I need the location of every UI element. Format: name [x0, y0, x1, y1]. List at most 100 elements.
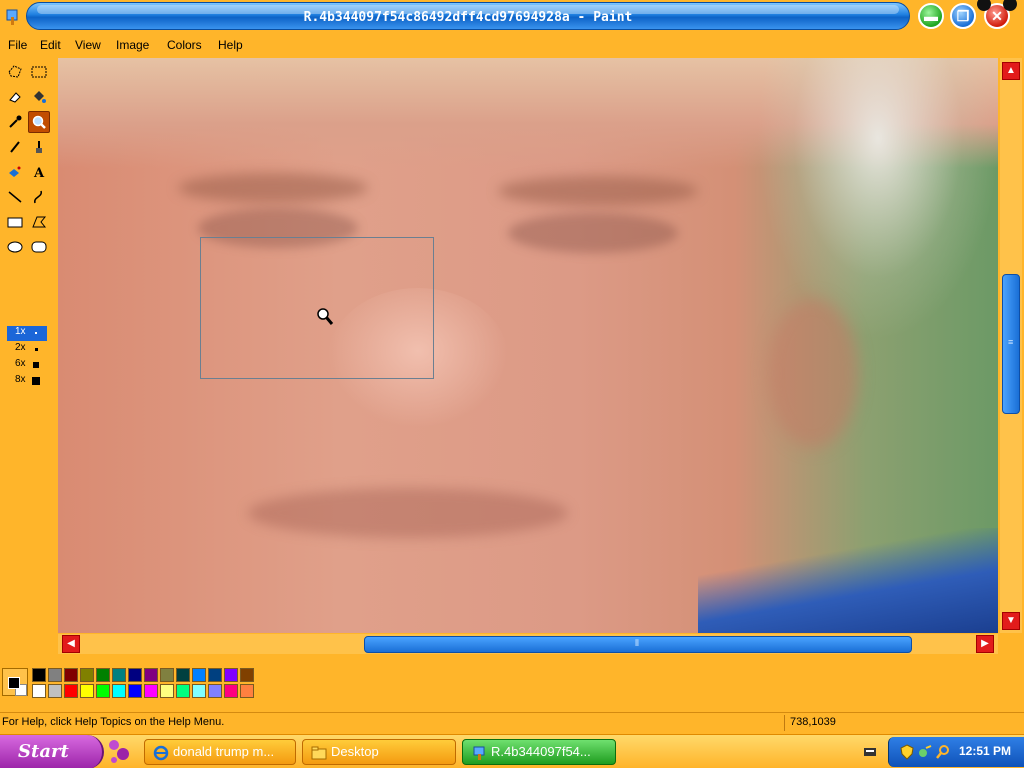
palette-swatch[interactable] — [240, 684, 254, 698]
palette-swatch[interactable] — [160, 668, 174, 682]
palette-swatch[interactable] — [64, 668, 78, 682]
palette-swatch[interactable] — [96, 684, 110, 698]
horizontal-scroll-thumb[interactable]: ⦀ — [364, 636, 912, 653]
taskbar-item-desktop[interactable]: Desktop — [302, 739, 456, 765]
palette-swatch[interactable] — [48, 684, 62, 698]
menu-view[interactable]: View — [75, 38, 101, 52]
text-tool[interactable]: A — [28, 161, 50, 183]
search-icon[interactable] — [935, 744, 951, 760]
paint-app-icon[interactable] — [4, 8, 20, 26]
ie-icon — [153, 745, 169, 761]
close-button[interactable]: ✕ — [977, 0, 1017, 29]
scroll-up-button[interactable]: ▲ — [1002, 62, 1020, 80]
polygon-tool[interactable] — [28, 211, 50, 233]
title-bar[interactable]: R.4b344097f54c86492dff4cd97694928a - Pai… — [0, 0, 1024, 35]
start-button[interactable]: Start — [0, 735, 104, 768]
menu-edit[interactable]: Edit — [40, 38, 61, 52]
palette-swatch[interactable] — [32, 684, 46, 698]
palette-swatch[interactable] — [48, 668, 62, 682]
palette-swatch[interactable] — [224, 668, 238, 682]
rounded-rectangle-icon — [31, 241, 47, 253]
pencil-tool[interactable] — [4, 136, 26, 158]
palette-swatch[interactable] — [32, 668, 46, 682]
palette-swatch[interactable] — [176, 684, 190, 698]
photo-ear — [768, 298, 858, 448]
palette-swatch[interactable] — [64, 684, 78, 698]
zoom-option-1x[interactable]: 1x — [7, 326, 47, 341]
palette-swatch[interactable] — [128, 684, 142, 698]
foreground-color-swatch[interactable] — [8, 677, 20, 689]
cursor-coordinates: 738,1039 — [790, 716, 836, 728]
maximize-button[interactable]: ❐ — [950, 3, 976, 29]
menu-help[interactable]: Help — [218, 38, 243, 52]
brush-icon — [36, 141, 42, 153]
curve-tool[interactable] — [28, 186, 50, 208]
network-icon[interactable] — [917, 744, 933, 760]
zoom-option-label: 8x — [15, 374, 26, 385]
menu-image[interactable]: Image — [116, 38, 149, 52]
menu-file[interactable]: File — [8, 38, 27, 52]
palette-swatch[interactable] — [208, 684, 222, 698]
menu-bar: File Edit View Image Colors Help — [0, 35, 1024, 55]
palette-swatch[interactable] — [224, 684, 238, 698]
palette-swatch[interactable] — [128, 668, 142, 682]
taskbar-item-browser[interactable]: donald trump m... — [144, 739, 296, 765]
zoom-option-label: 2x — [15, 342, 26, 353]
fill-tool[interactable] — [28, 86, 50, 108]
palette-swatch[interactable] — [80, 684, 94, 698]
palette-swatch[interactable] — [192, 668, 206, 682]
restore-icon: ❐ — [956, 8, 970, 24]
rect-select-tool[interactable] — [28, 61, 50, 83]
palette-swatch[interactable] — [80, 668, 94, 682]
taskbar-item-label: donald trump m... — [173, 744, 275, 759]
free-select-icon — [8, 65, 22, 78]
zoom-size-indicator — [35, 348, 38, 351]
menu-colors[interactable]: Colors — [167, 38, 202, 52]
palette-swatch[interactable] — [144, 684, 158, 698]
current-colors-box[interactable] — [2, 668, 28, 696]
eraser-tool[interactable] — [4, 86, 26, 108]
security-shield-icon[interactable] — [899, 744, 915, 760]
clock[interactable]: 12:51 PM — [959, 744, 1011, 758]
color-picker-tool[interactable] — [4, 111, 26, 133]
status-divider — [784, 715, 785, 731]
zoom-option-6x[interactable]: 6x — [7, 358, 47, 373]
rectangle-tool[interactable] — [4, 211, 26, 233]
palette-swatch[interactable] — [112, 684, 126, 698]
palette-swatch[interactable] — [192, 684, 206, 698]
scroll-down-button[interactable]: ▼ — [1002, 612, 1020, 630]
window-title: R.4b344097f54c86492dff4cd97694928a - Pai… — [303, 10, 633, 25]
zoom-option-8x[interactable]: 8x — [7, 374, 47, 389]
magnifier-tool[interactable] — [28, 111, 50, 133]
palette-swatch[interactable] — [208, 668, 222, 682]
color-palette — [0, 664, 260, 700]
palette-swatch[interactable] — [160, 684, 174, 698]
ellipse-tool[interactable] — [4, 236, 26, 258]
photo-shirt — [698, 528, 998, 633]
scroll-right-button[interactable]: ▶ — [976, 635, 994, 653]
palette-swatch[interactable] — [176, 668, 190, 682]
drawing-canvas[interactable] — [58, 58, 998, 633]
rounded-rect-tool[interactable] — [28, 236, 50, 258]
palette-swatch[interactable] — [96, 668, 110, 682]
taskbar-item-paint[interactable]: R.4b344097f54... — [462, 739, 616, 765]
rectangle-icon — [7, 217, 23, 228]
brush-tool[interactable] — [28, 136, 50, 158]
curve-icon — [34, 190, 42, 204]
scroll-left-button[interactable]: ◀ — [62, 635, 80, 653]
minimize-button[interactable]: ▬ — [918, 3, 944, 29]
palette-swatch[interactable] — [112, 668, 126, 682]
zoom-option-2x[interactable]: 2x — [7, 342, 47, 357]
vertical-scroll-thumb[interactable]: ≡ — [1002, 274, 1020, 414]
rect-select-icon — [31, 66, 47, 78]
keyboard-layout-icon[interactable] — [862, 744, 878, 760]
airbrush-tool[interactable] — [4, 161, 26, 183]
photo-mouth — [248, 488, 568, 538]
photo-right-eye — [508, 213, 678, 253]
line-tool[interactable] — [4, 186, 26, 208]
palette-swatch[interactable] — [240, 668, 254, 682]
palette-swatch[interactable] — [144, 668, 158, 682]
free-form-select-tool[interactable] — [4, 61, 26, 83]
paint-bucket-icon — [34, 91, 46, 103]
magnifier-icon — [32, 115, 46, 129]
